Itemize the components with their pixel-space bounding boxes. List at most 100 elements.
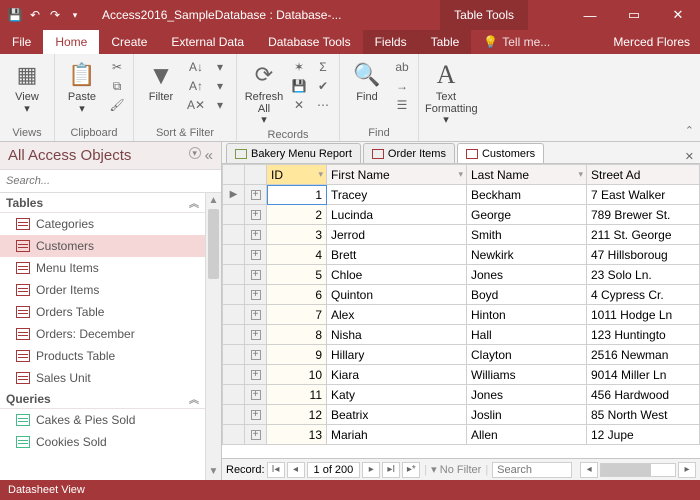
column-header-last-name[interactable]: Last Name▾	[467, 165, 587, 185]
replace-button[interactable]: ab	[392, 58, 412, 76]
nav-section[interactable]: Tables︽	[0, 193, 205, 213]
cell-first-name[interactable]: Lucinda	[327, 205, 467, 225]
scroll-thumb[interactable]	[601, 464, 651, 476]
cell-id[interactable]: 7	[267, 305, 327, 325]
expand-row-button[interactable]: +	[245, 345, 267, 365]
doctab-customers[interactable]: Customers	[457, 143, 544, 163]
nav-collapse-icon[interactable]: «	[205, 147, 213, 164]
tab-home[interactable]: Home	[43, 30, 99, 54]
expand-row-button[interactable]: +	[245, 385, 267, 405]
row-selector[interactable]	[223, 325, 245, 345]
cell-last-name[interactable]: Newkirk	[467, 245, 587, 265]
row-selector[interactable]	[223, 305, 245, 325]
cell-last-name[interactable]: Clayton	[467, 345, 587, 365]
nav-section[interactable]: Queries︽	[0, 389, 205, 409]
cell-street[interactable]: 7 East Walker	[587, 185, 700, 205]
expand-row-button[interactable]: +	[245, 185, 267, 205]
column-header-id[interactable]: ID▾	[267, 165, 327, 185]
cell-first-name[interactable]: Chloe	[327, 265, 467, 285]
cut-button[interactable]: ✂	[107, 58, 127, 76]
find-button[interactable]: 🔍 Find	[346, 58, 388, 104]
remove-sort-button[interactable]: A✕	[186, 96, 206, 114]
cell-street[interactable]: 211 St. George	[587, 225, 700, 245]
nav-item-orders-december[interactable]: Orders: December	[0, 323, 205, 345]
totals-button[interactable]: Σ	[313, 58, 333, 76]
cell-street[interactable]: 85 North West	[587, 405, 700, 425]
table-row[interactable]: +12BeatrixJoslin85 North West	[223, 405, 700, 425]
table-row[interactable]: +10KiaraWilliams9014 Miller Ln	[223, 365, 700, 385]
nav-item-categories[interactable]: Categories	[0, 213, 205, 235]
paste-button[interactable]: 📋 Paste▾	[61, 58, 103, 115]
cell-id[interactable]: 4	[267, 245, 327, 265]
column-header-street[interactable]: Street Ad	[587, 165, 700, 185]
cell-first-name[interactable]: Katy	[327, 385, 467, 405]
save-record-button[interactable]: 💾	[289, 77, 309, 95]
scroll-up-icon[interactable]: ▲	[206, 193, 221, 209]
tab-fields[interactable]: Fields	[363, 30, 419, 54]
scroll-left-icon[interactable]: ◂	[580, 462, 598, 478]
last-record-button[interactable]: ▸I	[382, 462, 400, 478]
table-row[interactable]: +13MariahAllen12 Jupe	[223, 425, 700, 445]
cell-first-name[interactable]: Kiara	[327, 365, 467, 385]
cell-id[interactable]: 2	[267, 205, 327, 225]
table-row[interactable]: +5ChloeJones23 Solo Ln.	[223, 265, 700, 285]
cell-street[interactable]: 12 Jupe	[587, 425, 700, 445]
table-row[interactable]: +2LucindaGeorge789 Brewer St.	[223, 205, 700, 225]
cell-street[interactable]: 2516 Newman	[587, 345, 700, 365]
column-header-first-name[interactable]: First Name▾	[327, 165, 467, 185]
cell-first-name[interactable]: Alex	[327, 305, 467, 325]
cell-first-name[interactable]: Hillary	[327, 345, 467, 365]
maximize-button[interactable]: ▭	[612, 0, 656, 30]
cell-id[interactable]: 11	[267, 385, 327, 405]
expand-row-button[interactable]: +	[245, 365, 267, 385]
more-button[interactable]: ⋯	[313, 96, 333, 114]
table-row[interactable]: +4BrettNewkirk47 Hillsboroug	[223, 245, 700, 265]
table-row[interactable]: +11KatyJones456 Hardwood	[223, 385, 700, 405]
scroll-right-icon[interactable]: ▸	[678, 462, 696, 478]
nav-item-orders-table[interactable]: Orders Table	[0, 301, 205, 323]
cell-first-name[interactable]: Nisha	[327, 325, 467, 345]
cell-id[interactable]: 6	[267, 285, 327, 305]
tab-file[interactable]: File	[0, 30, 43, 54]
view-button[interactable]: ▦ View▾	[6, 58, 48, 115]
doctab-close-icon[interactable]: ✕	[685, 150, 694, 163]
cell-street[interactable]: 1011 Hodge Ln	[587, 305, 700, 325]
tab-external-data[interactable]: External Data	[159, 30, 256, 54]
nav-search-input[interactable]	[0, 170, 221, 192]
collapse-ribbon-icon[interactable]: ⌃	[685, 124, 694, 137]
cell-first-name[interactable]: Beatrix	[327, 405, 467, 425]
close-button[interactable]: ✕	[656, 0, 700, 30]
selection-filter-button[interactable]: ▾	[210, 58, 230, 76]
goto-button[interactable]: →	[392, 77, 412, 95]
cell-last-name[interactable]: Hall	[467, 325, 587, 345]
cell-first-name[interactable]: Brett	[327, 245, 467, 265]
expand-row-button[interactable]: +	[245, 245, 267, 265]
column-dropdown-icon[interactable]: ▾	[458, 169, 463, 180]
sort-asc-button[interactable]: A↓	[186, 58, 206, 76]
copy-button[interactable]: ⧉	[107, 77, 127, 95]
cell-id[interactable]: 8	[267, 325, 327, 345]
row-selector[interactable]: ▶	[223, 185, 245, 205]
sort-desc-button[interactable]: A↑	[186, 77, 206, 95]
no-filter-label[interactable]: ▾ No Filter	[431, 463, 481, 476]
cell-last-name[interactable]: Hinton	[467, 305, 587, 325]
toggle-filter-button[interactable]: ▾	[210, 96, 230, 114]
spelling-button[interactable]: ✔	[313, 77, 333, 95]
format-painter-button[interactable]: 🖌	[107, 96, 127, 114]
cell-last-name[interactable]: Jones	[467, 265, 587, 285]
row-selector[interactable]	[223, 365, 245, 385]
cell-id[interactable]: 3	[267, 225, 327, 245]
cell-first-name[interactable]: Quinton	[327, 285, 467, 305]
nav-item-menu-items[interactable]: Menu Items	[0, 257, 205, 279]
nav-scrollbar[interactable]: ▲ ▼	[205, 193, 221, 480]
next-record-button[interactable]: ▸	[362, 462, 380, 478]
cell-last-name[interactable]: Beckham	[467, 185, 587, 205]
cell-last-name[interactable]: Joslin	[467, 405, 587, 425]
record-search-input[interactable]	[492, 462, 572, 478]
row-selector[interactable]	[223, 245, 245, 265]
delete-record-button[interactable]: ✕	[289, 96, 309, 114]
row-selector[interactable]	[223, 225, 245, 245]
expand-row-button[interactable]: +	[245, 405, 267, 425]
nav-menu-icon[interactable]: ▾	[189, 147, 201, 159]
filter-button[interactable]: ▼ Filter	[140, 58, 182, 104]
